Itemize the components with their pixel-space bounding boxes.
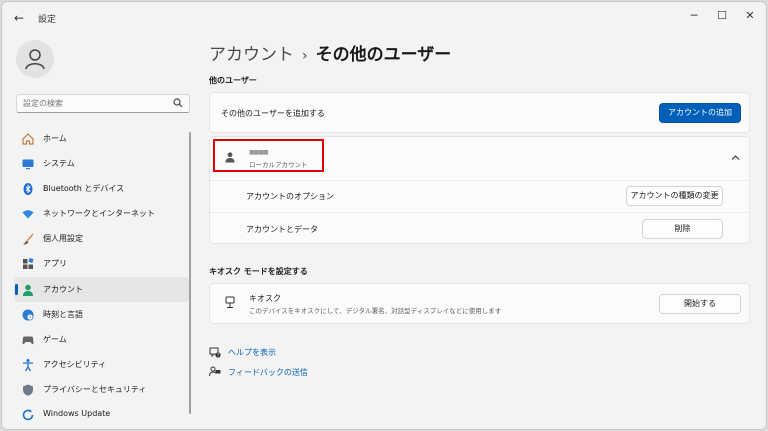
home-icon [22, 133, 34, 145]
sidebar-item-label: プライバシーとセキュリティ [43, 384, 147, 394]
sidebar-item-label: Bluetooth とデバイス [43, 184, 125, 194]
sidebar-item-label: 時刻と言語 [43, 309, 83, 319]
sidebar-item-label: Windows Update [43, 409, 111, 419]
sidebar-item-time-language[interactable]: 時刻と言語 [14, 302, 190, 327]
add-user-label: その他のユーザーを追加する [221, 109, 325, 118]
kiosk-card: キオスク このデバイスをキオスクにして、デジタル署名、対話型ディスプレイなどに使… [209, 283, 750, 324]
sidebar-scrollbar[interactable] [189, 132, 191, 414]
sidebar-item-accessibility[interactable]: アクセシビリティ [14, 352, 190, 377]
delete-button[interactable]: 削除 [642, 219, 723, 239]
account-data-label: アカウントとデータ [246, 225, 318, 234]
sidebar-item-system[interactable]: システム [14, 151, 190, 176]
kiosk-icon [225, 296, 235, 308]
sidebar-item-personalization[interactable]: 個人用設定 [14, 226, 190, 251]
app-title: 設定 [38, 15, 57, 25]
start-kiosk-button[interactable]: 開始する [659, 294, 741, 314]
divider [210, 212, 749, 213]
help-icon: ? [209, 347, 221, 358]
page-title: その他のユーザー [315, 45, 452, 65]
sidebar-item-windows-update[interactable]: Windows Update [14, 402, 190, 427]
apps-icon [23, 258, 34, 270]
highlight-box [213, 139, 324, 172]
section-title-kiosk: キオスク モードを設定する [209, 267, 308, 276]
globe-clock-icon [22, 309, 34, 321]
kiosk-label: キオスク [249, 294, 281, 303]
settings-window: ← 設定 ─ ☐ ✕ ホーム システム Bluetooth とデバイス [1, 1, 767, 430]
change-account-type-button[interactable]: アカウントの種類の変更 [626, 186, 723, 206]
shield-icon [23, 384, 33, 396]
title-bar: ← 設定 ─ ☐ ✕ [2, 2, 766, 34]
add-account-button[interactable]: アカウントの追加 [659, 103, 741, 123]
feedback-icon [209, 366, 221, 377]
sidebar-item-label: ネットワークとインターネット [43, 209, 155, 219]
search-box[interactable] [16, 94, 190, 113]
sidebar-item-label: アカウント [43, 284, 83, 294]
back-arrow-icon[interactable]: ← [12, 11, 26, 25]
accessibility-icon [23, 358, 33, 372]
close-icon[interactable]: ✕ [740, 8, 760, 24]
sidebar-item-home[interactable]: ホーム [14, 126, 190, 151]
section-title-other-users: 他のユーザー [209, 76, 257, 85]
sidebar-item-bluetooth[interactable]: Bluetooth とデバイス [14, 176, 190, 201]
sidebar-item-label: システム [43, 159, 75, 169]
wifi-icon [22, 210, 34, 219]
svg-text:?: ? [217, 353, 219, 358]
gamepad-icon [22, 336, 34, 344]
update-icon [22, 409, 34, 421]
sidebar-item-apps[interactable]: アプリ [14, 251, 190, 276]
sidebar-item-label: ゲーム [43, 334, 67, 344]
help-link[interactable]: ヘルプを表示 [228, 347, 276, 358]
maximize-icon[interactable]: ☐ [712, 8, 732, 24]
search-input[interactable] [23, 97, 163, 110]
brush-icon [23, 233, 34, 245]
sidebar-item-label: アクセシビリティ [43, 359, 107, 369]
sidebar-item-network[interactable]: ネットワークとインターネット [14, 201, 190, 226]
sidebar-nav: ホーム システム Bluetooth とデバイス ネットワークとインターネット … [14, 126, 190, 427]
breadcrumb-parent[interactable]: アカウント [209, 45, 294, 65]
active-indicator [15, 283, 18, 295]
chevron-right-icon: › [302, 48, 308, 64]
account-options-label: アカウントのオプション [246, 192, 334, 201]
feedback-link[interactable]: フィードバックの送信 [228, 367, 308, 378]
sidebar-item-privacy[interactable]: プライバシーとセキュリティ [14, 377, 190, 402]
add-user-card: その他のユーザーを追加する アカウントの追加 [209, 92, 750, 133]
bluetooth-icon [23, 183, 33, 196]
minimize-icon[interactable]: ─ [684, 8, 704, 24]
kiosk-description: このデバイスをキオスクにして、デジタル署名、対話型ディスプレイなどに使用します [249, 307, 502, 315]
sidebar-item-gaming[interactable]: ゲーム [14, 327, 190, 352]
user-icon [25, 49, 45, 70]
monitor-icon [22, 159, 34, 170]
chevron-up-icon[interactable] [731, 154, 740, 161]
account-icon [23, 284, 33, 296]
sidebar-item-label: ホーム [43, 134, 67, 143]
sidebar-item-label: アプリ [43, 259, 67, 269]
breadcrumb: アカウント › その他のユーザー [209, 40, 451, 65]
search-icon [173, 98, 183, 108]
avatar[interactable] [16, 40, 54, 78]
divider [210, 180, 749, 181]
sidebar-item-accounts[interactable]: アカウント [14, 276, 190, 302]
sidebar-item-label: 個人用設定 [43, 234, 83, 244]
